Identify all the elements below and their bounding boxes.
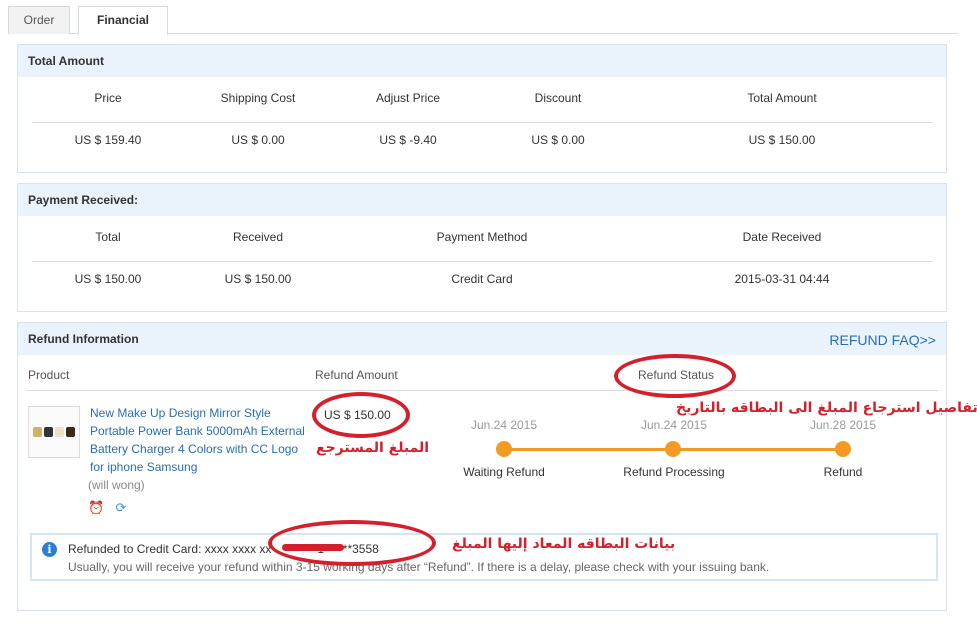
value-adjust-price: US $ -9.40 bbox=[379, 133, 437, 147]
refund-notice-text: Usually, you will receive your refund wi… bbox=[68, 560, 770, 574]
annotation-card-details: بيانات البطاقه المعاد إليها المبلغ bbox=[452, 536, 676, 552]
header-total-amount: Total Amount bbox=[747, 91, 817, 105]
value-payment-method: Credit Card bbox=[451, 272, 513, 286]
total-amount-panel: Total Amount Price Shipping Cost Adjust … bbox=[17, 44, 947, 173]
annotation-refunded-amount: المبلغ المسترجع bbox=[316, 440, 430, 456]
header-discount: Discount bbox=[534, 91, 582, 105]
refund-card-label: Refunded to Credit Card: bbox=[68, 542, 202, 556]
product-seller: (will wong) bbox=[88, 478, 145, 492]
header-date-received: Date Received bbox=[742, 230, 822, 244]
header-payment-method: Payment Method bbox=[436, 230, 528, 244]
tab-order[interactable]: Order bbox=[8, 6, 70, 34]
annotation-scribble bbox=[282, 544, 344, 551]
header-total: Total bbox=[95, 230, 121, 244]
timeline-label-waiting: Waiting Refund bbox=[463, 465, 545, 479]
timeline-label-refund: Refund bbox=[823, 465, 863, 479]
value-total-amount: US $ 150.00 bbox=[748, 133, 816, 147]
tab-financial[interactable]: Financial bbox=[78, 6, 168, 35]
product-thumbnail[interactable] bbox=[28, 406, 80, 458]
divider bbox=[32, 122, 932, 123]
tab-bar: Order Financial bbox=[8, 6, 958, 35]
card-number-prefix: xxxx xxxx xx bbox=[204, 542, 272, 556]
header-received: Received bbox=[232, 230, 284, 244]
panel-title: Total Amount bbox=[18, 45, 946, 77]
payment-received-panel: Payment Received: Total Received Payment… bbox=[17, 183, 947, 312]
timeline-date-2: Jun.24 2015 bbox=[640, 418, 708, 432]
divider bbox=[32, 261, 932, 262]
divider bbox=[26, 390, 938, 391]
annotation-status-details: تفاصيل استرجاع المبلغ الى البطاقه بالتار… bbox=[676, 400, 977, 416]
timeline-label-processing: Refund Processing bbox=[623, 465, 725, 479]
value-price: US $ 159.40 bbox=[74, 133, 142, 147]
refund-faq-link[interactable]: REFUND FAQ>> bbox=[829, 332, 936, 348]
timeline-dot-2 bbox=[665, 441, 681, 457]
annotation-circle-card bbox=[268, 520, 436, 566]
value-date-received: 2015-03-31 04:44 bbox=[734, 272, 830, 286]
refund-information-panel: Refund Information REFUND FAQ>> Product … bbox=[17, 322, 947, 611]
info-icon: i bbox=[42, 542, 57, 557]
column-product: Product bbox=[28, 368, 70, 382]
value-received: US $ 150.00 bbox=[224, 272, 292, 286]
column-refund-amount: Refund Amount bbox=[315, 368, 398, 382]
header-adjust-price: Adjust Price bbox=[375, 91, 441, 105]
value-shipping-cost: US $ 0.00 bbox=[231, 133, 285, 147]
annotation-circle-amount bbox=[312, 392, 410, 438]
annotation-circle-status bbox=[614, 354, 736, 398]
timeline-dot-3 bbox=[835, 441, 851, 457]
alarm-clock-icon[interactable]: ⏰ bbox=[88, 500, 104, 516]
panel-title: Payment Received: bbox=[18, 184, 946, 216]
value-total: US $ 150.00 bbox=[74, 272, 142, 286]
value-discount: US $ 0.00 bbox=[531, 133, 585, 147]
refresh-icon[interactable]: ⟳ bbox=[113, 500, 129, 516]
timeline-date-1: Jun.24 2015 bbox=[470, 418, 538, 432]
timeline-date-3: Jun.28 2015 bbox=[809, 418, 877, 432]
timeline-dot-1 bbox=[496, 441, 512, 457]
panel-title: Refund Information bbox=[18, 323, 946, 355]
header-shipping-cost: Shipping Cost bbox=[220, 91, 296, 105]
product-title-link[interactable]: New Make Up Design Mirror Style Portable… bbox=[90, 404, 310, 476]
header-price: Price bbox=[94, 91, 122, 105]
